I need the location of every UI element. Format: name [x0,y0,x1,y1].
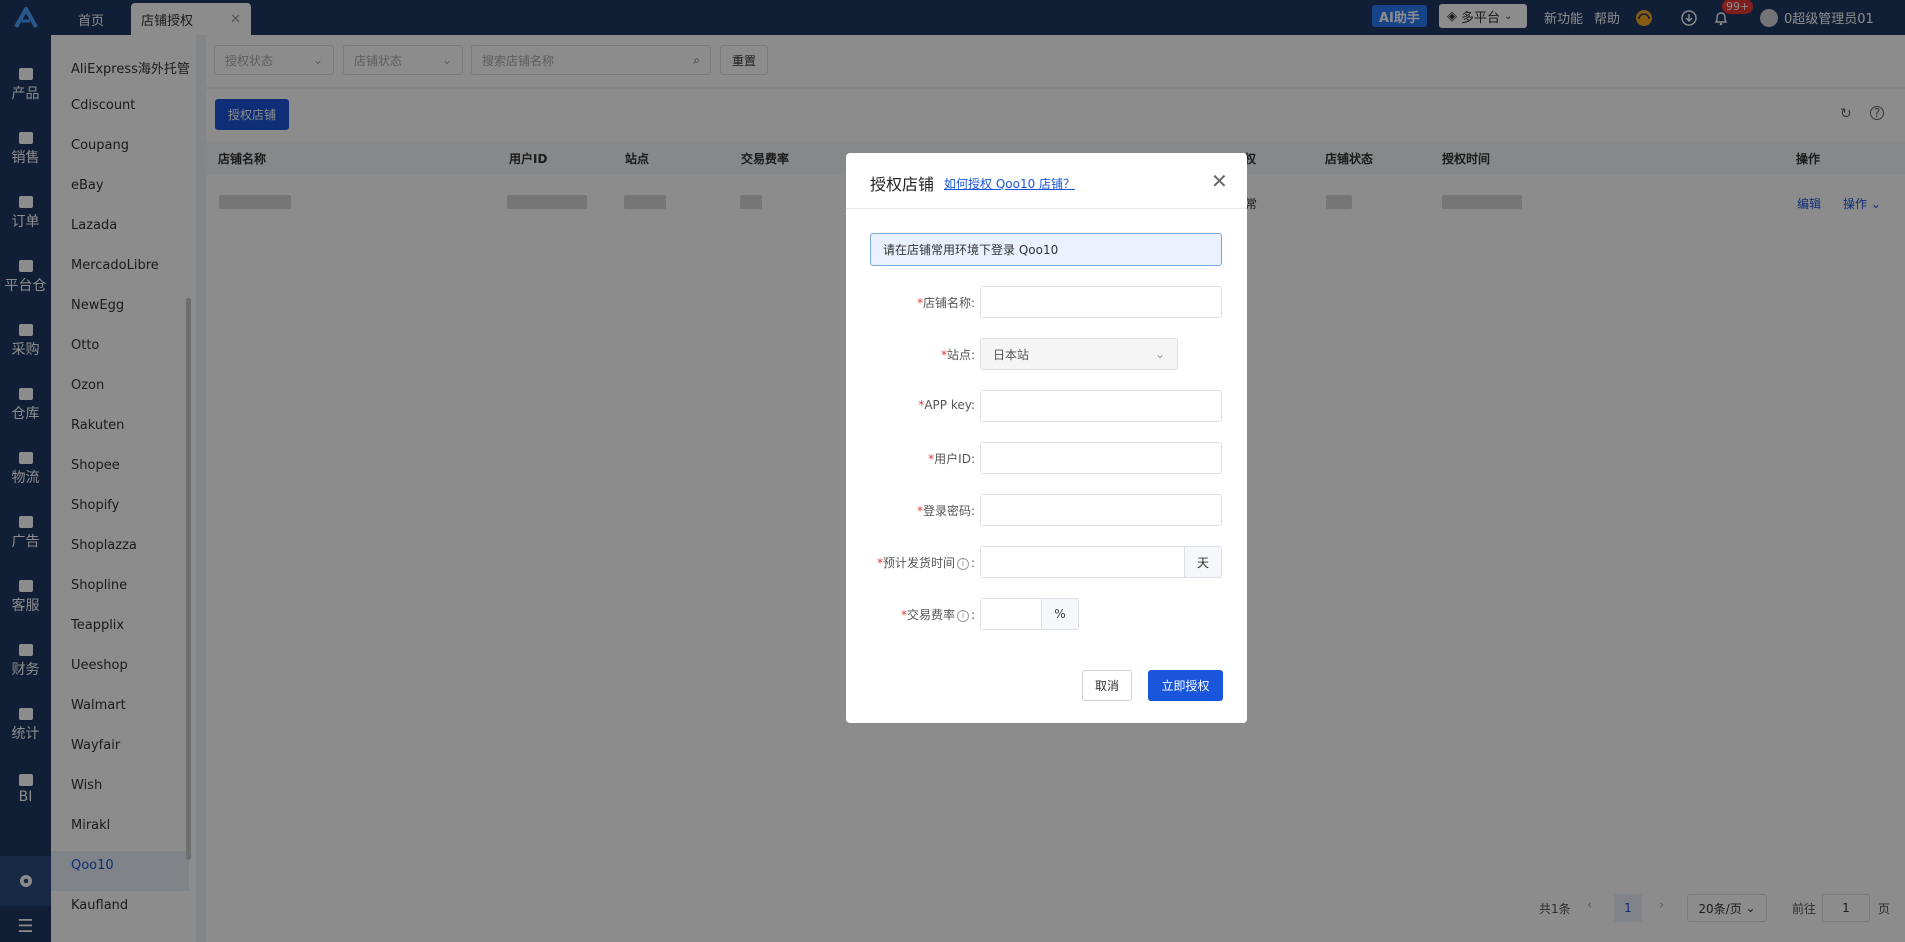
fee-rate-label: *交易费率 i: [900,608,975,622]
dialog-title: 授权店铺 [870,175,935,194]
fee-rate-input[interactable] [980,598,1042,630]
ship-time-label: *预计发货时间 i: [876,556,975,570]
cancel-button[interactable]: 取消 [1082,670,1132,701]
shop-name-input[interactable] [980,286,1222,318]
close-icon[interactable]: ✕ [1211,169,1228,193]
divider [846,208,1247,209]
shop-name-label: *店铺名称: [916,296,975,310]
authorize-now-button[interactable]: 立即授权 [1148,670,1223,701]
password-input[interactable] [980,494,1222,526]
password-label: *登录密码: [916,504,975,518]
authorize-shop-dialog: 授权店铺 如何授权 Qoo10 店铺？ ✕ 请在店铺常用环境下登录 Qoo10 … [846,153,1247,723]
info-notice: 请在店铺常用环境下登录 Qoo10 [870,233,1222,266]
ship-time-input[interactable] [980,546,1185,578]
user-id-input[interactable] [980,442,1222,474]
user-id-label: *用户ID: [928,452,975,466]
info-icon[interactable]: i [956,557,969,570]
info-icon[interactable]: i [956,609,969,622]
app-key-label: *APP key: [918,398,975,412]
fee-rate-unit: % [1041,598,1079,630]
site-select[interactable]: 日本站 ⌄ [980,338,1178,370]
site-value: 日本站 [993,347,1030,362]
chevron-down-icon: ⌄ [1154,347,1165,361]
ship-time-unit: 天 [1184,546,1222,578]
help-link[interactable]: 如何授权 Qoo10 店铺？ [944,175,1075,192]
app-key-input[interactable] [980,390,1222,422]
site-label: *站点: [940,348,975,362]
